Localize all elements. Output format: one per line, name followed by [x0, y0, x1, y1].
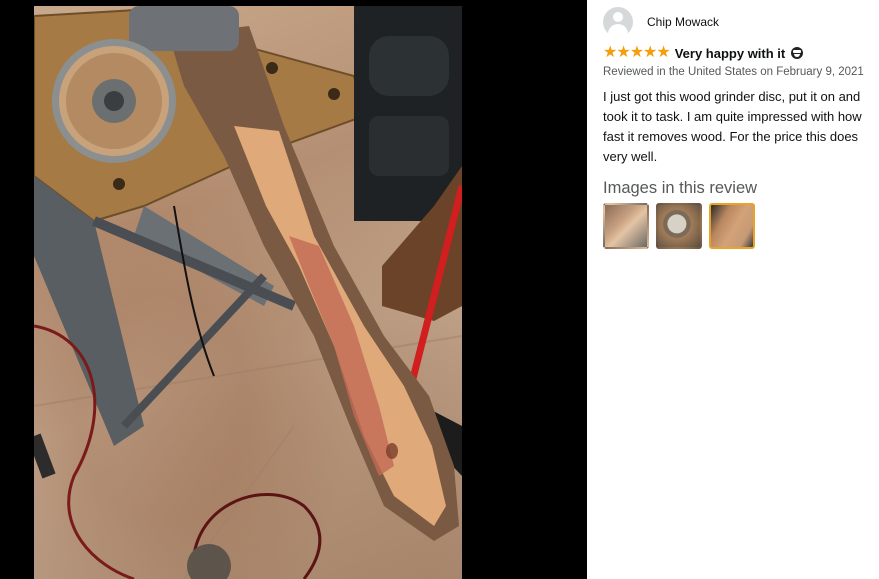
photo-drawing	[34, 6, 462, 579]
reviewer-profile[interactable]: Chip Mowack	[603, 7, 879, 37]
media-viewer	[0, 0, 587, 579]
review-thumbnails	[603, 203, 879, 249]
review-photo[interactable]	[34, 6, 462, 579]
star-icon: ★	[656, 44, 671, 61]
review-panel: Chip Mowack ★ ★ ★ ★ ★ Very happy with it…	[603, 7, 879, 249]
review-date: Reviewed in the United States on Februar…	[603, 66, 864, 78]
review-thumbnail-3[interactable]	[709, 203, 755, 249]
images-heading: Images in this review	[603, 179, 758, 197]
review-title-row: ★ ★ ★ ★ ★ Very happy with it	[603, 44, 879, 62]
star-rating: ★ ★ ★ ★ ★	[603, 44, 671, 61]
review-body: I just got this wood grinder disc, put i…	[603, 89, 862, 164]
star-icon: ★	[629, 44, 645, 61]
avatar-icon	[603, 7, 633, 37]
star-icon: ★	[603, 44, 618, 61]
review-title[interactable]: Very happy with it	[675, 46, 786, 61]
review-thumbnail-2[interactable]	[656, 203, 702, 249]
star-icon: ★	[616, 44, 631, 61]
star-icon: ★	[643, 44, 658, 61]
grinning-face-icon	[791, 47, 804, 59]
review-thumbnail-1[interactable]	[603, 203, 649, 249]
reviewer-name[interactable]: Chip Mowack	[647, 15, 719, 29]
